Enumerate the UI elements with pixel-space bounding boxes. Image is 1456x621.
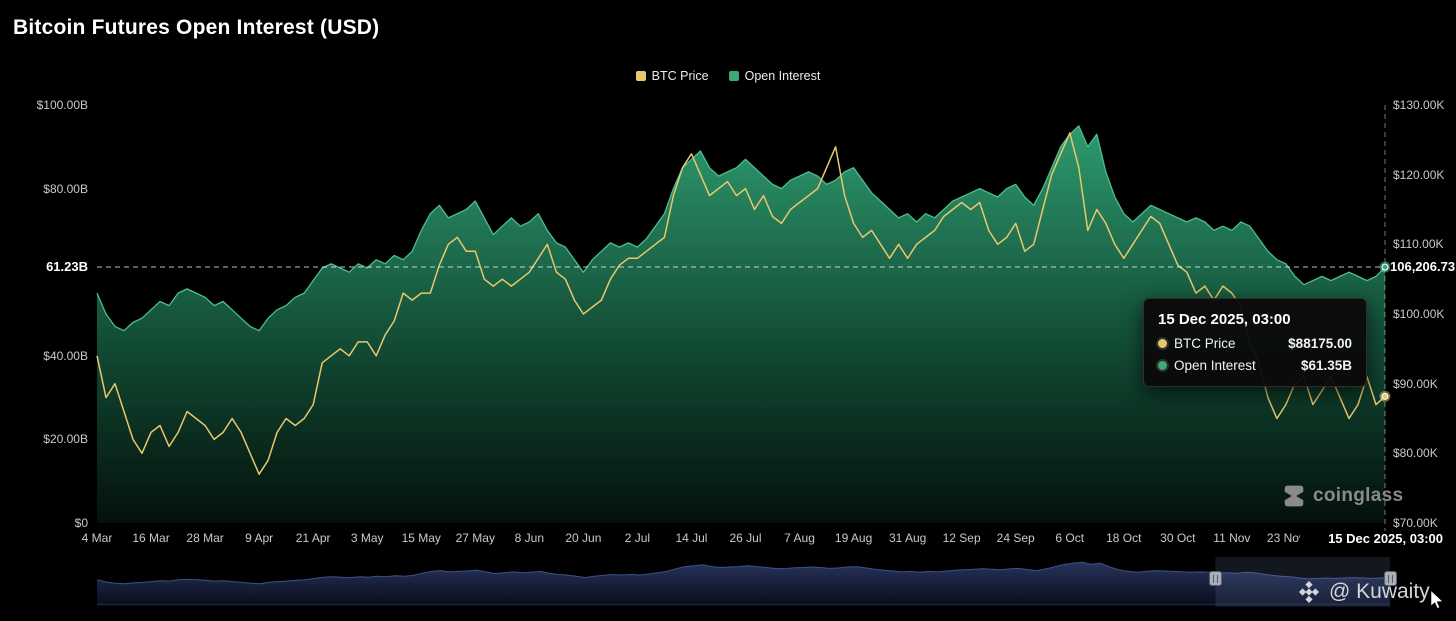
btc-price-dot-icon bbox=[1158, 339, 1167, 348]
tooltip-label-btc-price: BTC Price bbox=[1174, 336, 1236, 351]
x-axis-tick: 26 Jul bbox=[716, 531, 776, 545]
tooltip-row-btc-price: BTC Price $88175.00 bbox=[1158, 336, 1352, 351]
left-axis-tick: $100.00B bbox=[0, 98, 88, 112]
open-interest-endpoint-dot bbox=[1382, 264, 1388, 270]
credit-text: @ Kuwaity bbox=[1329, 580, 1430, 604]
tooltip-value-open-interest: $61.35B bbox=[1301, 358, 1352, 373]
right-axis-tick: $100.00K bbox=[1393, 307, 1444, 321]
left-axis-tick: $0 bbox=[0, 516, 88, 530]
x-axis-tick: 18 Oct bbox=[1094, 531, 1154, 545]
x-axis-tick: 8 Jun bbox=[499, 531, 559, 545]
binance-logo-icon bbox=[1298, 581, 1320, 603]
tooltip-value-btc-price: $88175.00 bbox=[1288, 336, 1352, 351]
open-interest-current-badge: 61.23B bbox=[0, 259, 88, 275]
x-axis-tick: 12 Sep bbox=[932, 531, 992, 545]
left-axis-tick: $40.00B bbox=[0, 349, 88, 363]
open-interest-dot-icon bbox=[1158, 361, 1167, 370]
navigator-handle-left[interactable] bbox=[1209, 571, 1222, 586]
coinglass-watermark-text: coinglass bbox=[1313, 485, 1403, 507]
tooltip-date: 15 Dec 2025, 03:00 bbox=[1158, 311, 1352, 328]
x-axis-tick: 7 Aug bbox=[770, 531, 830, 545]
right-axis-tick: $90.00K bbox=[1393, 377, 1438, 391]
x-axis-tick: 4 Mar bbox=[67, 531, 127, 545]
left-axis-tick: $80.00B bbox=[0, 182, 88, 196]
navigator-area[interactable] bbox=[97, 562, 1390, 604]
tooltip-label-open-interest: Open Interest bbox=[1174, 358, 1256, 373]
x-axis-current-date-badge: 15 Dec 2025, 03:00 bbox=[1300, 531, 1443, 547]
x-axis-tick: 3 May bbox=[337, 531, 397, 545]
tooltip: 15 Dec 2025, 03:00 BTC Price $88175.00 O… bbox=[1143, 298, 1367, 387]
credit-badge: @ Kuwaity bbox=[1298, 580, 1430, 604]
x-axis-tick: 24 Sep bbox=[986, 531, 1046, 545]
x-axis-tick: 30 Oct bbox=[1148, 531, 1208, 545]
right-axis-tick: $70.00K bbox=[1393, 516, 1438, 530]
coinglass-watermark: coinglass bbox=[1282, 484, 1403, 508]
right-axis-tick: $110.00K bbox=[1393, 237, 1444, 251]
left-axis-tick: $20.00B bbox=[0, 432, 88, 446]
price-axis-current-badge: 106,206.73 bbox=[1390, 259, 1455, 275]
tooltip-row-open-interest: Open Interest $61.35B bbox=[1158, 358, 1352, 373]
x-axis-tick: 27 May bbox=[445, 531, 505, 545]
right-axis-tick: $130.00K bbox=[1393, 98, 1444, 112]
x-axis-tick: 31 Aug bbox=[878, 531, 938, 545]
navigator-handle-right[interactable] bbox=[1384, 571, 1397, 586]
chart-page: Bitcoin Futures Open Interest (USD) BTC … bbox=[0, 0, 1456, 621]
x-axis-tick: 11 Nov bbox=[1202, 531, 1262, 545]
x-axis-tick: 9 Apr bbox=[229, 531, 289, 545]
x-axis-tick: 16 Mar bbox=[121, 531, 181, 545]
x-axis-tick: 21 Apr bbox=[283, 531, 343, 545]
x-axis-tick: 28 Mar bbox=[175, 531, 235, 545]
coinglass-logo-icon bbox=[1282, 484, 1306, 508]
x-axis-tick: 6 Oct bbox=[1040, 531, 1100, 545]
mouse-cursor-icon bbox=[1428, 590, 1446, 610]
btc-price-endpoint-dot bbox=[1382, 393, 1388, 399]
right-axis-tick: $80.00K bbox=[1393, 446, 1438, 460]
x-axis-tick: 19 Aug bbox=[824, 531, 884, 545]
x-axis-tick: 2 Jul bbox=[607, 531, 667, 545]
x-axis-tick: 15 May bbox=[391, 531, 451, 545]
x-axis-tick: 14 Jul bbox=[661, 531, 721, 545]
right-axis-tick: $120.00K bbox=[1393, 168, 1444, 182]
x-axis-tick: 20 Jun bbox=[553, 531, 613, 545]
